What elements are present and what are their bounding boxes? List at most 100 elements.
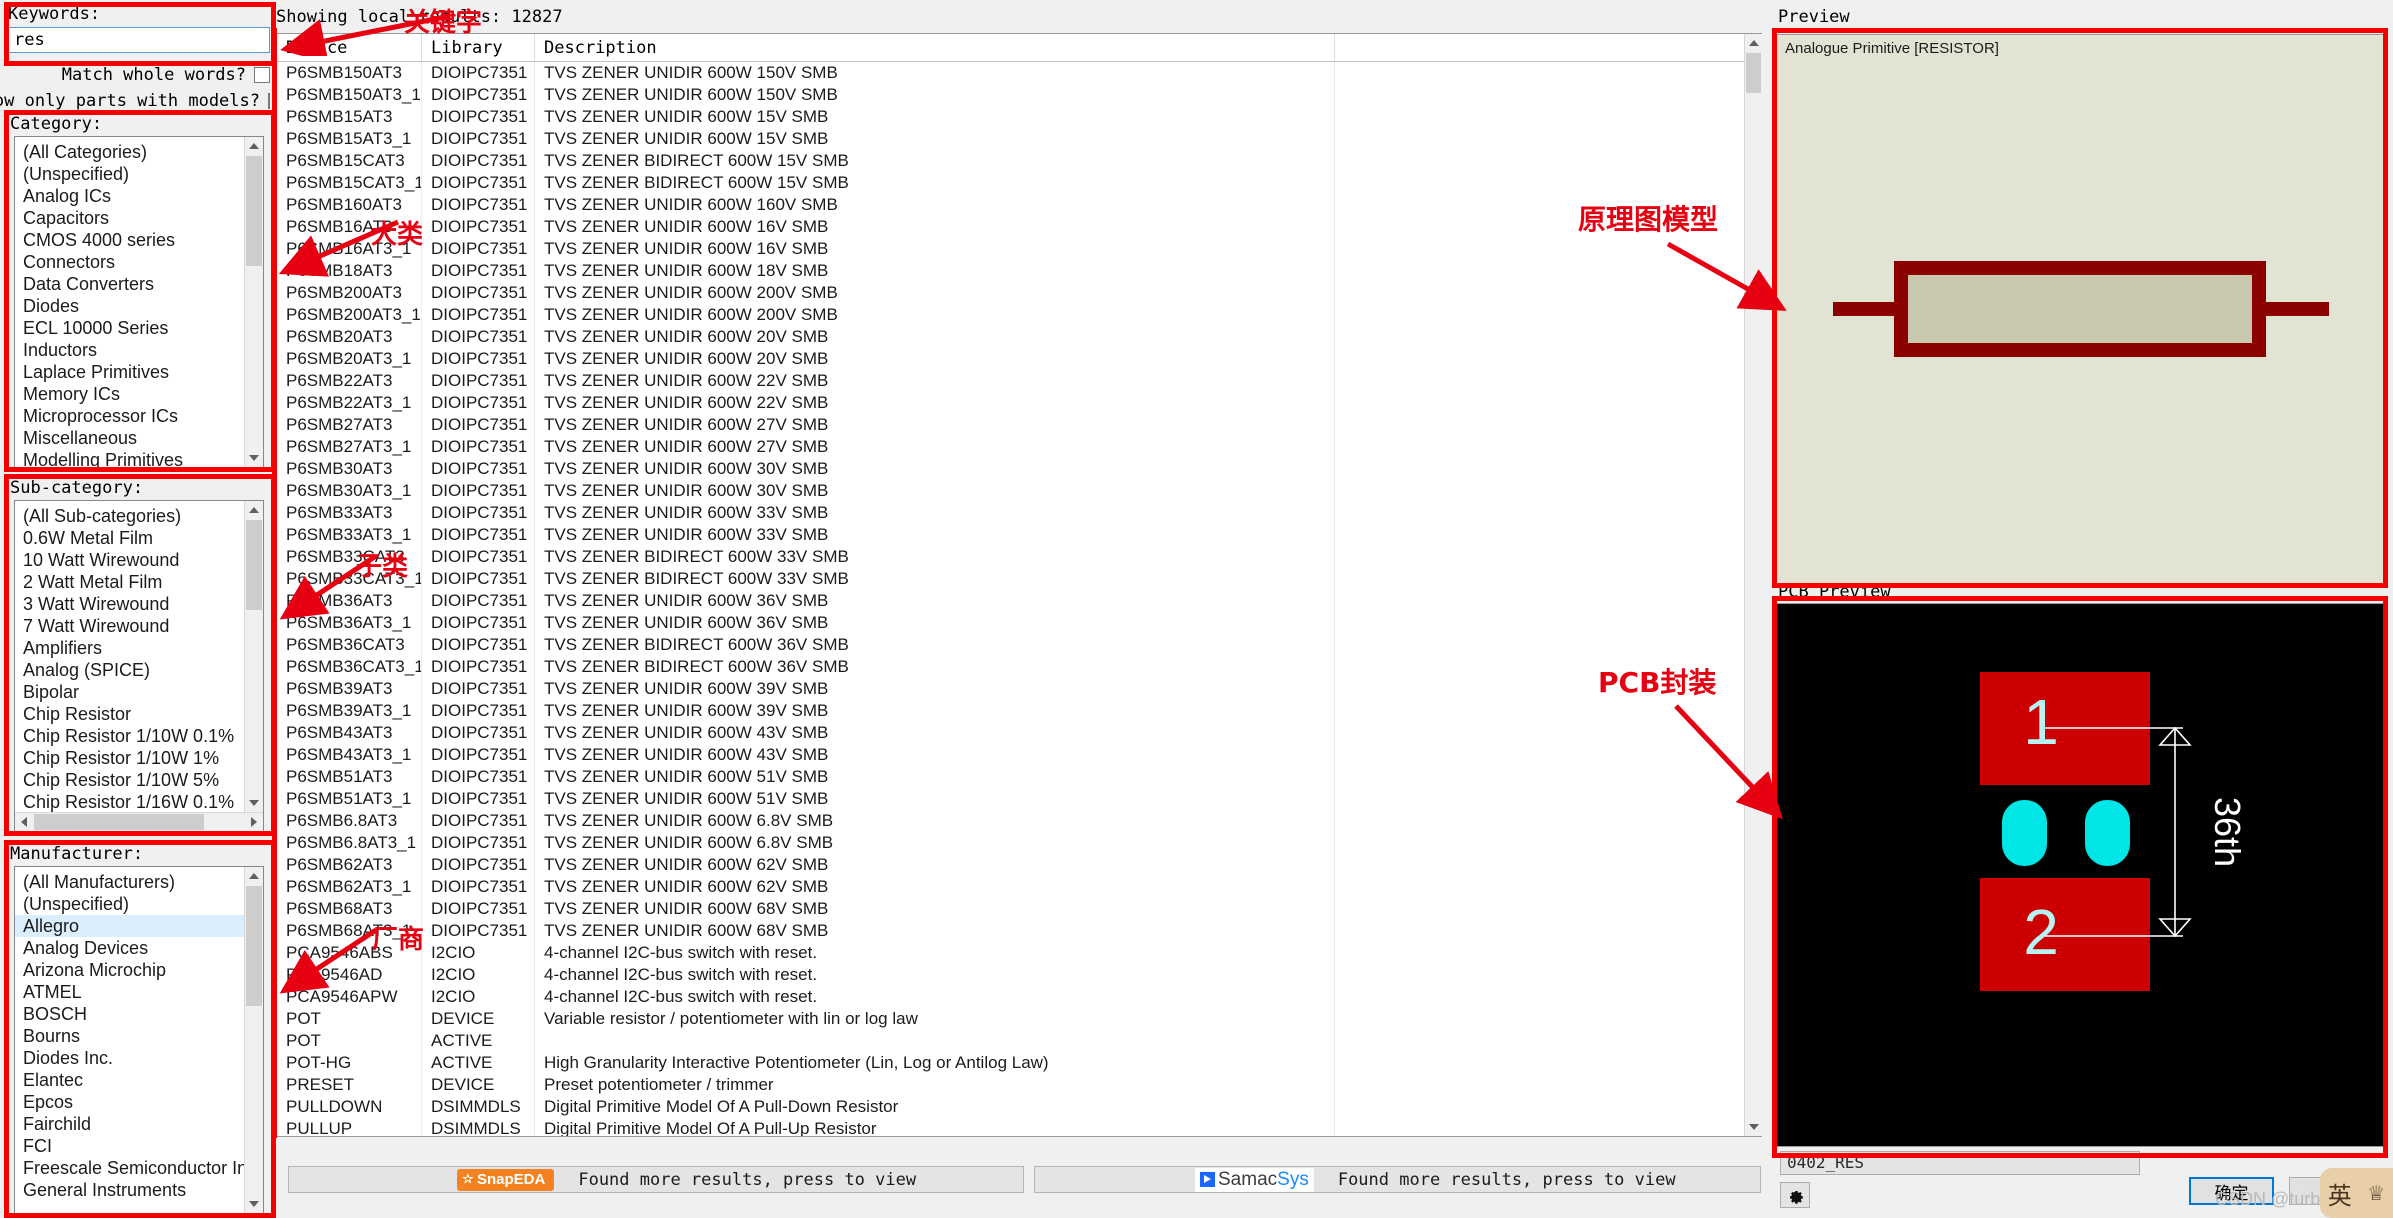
table-row[interactable]: POT ACTIVE xyxy=(277,1030,1761,1052)
table-row[interactable]: P6SMB18AT3 DIOIPC7351 TVS ZENER UNIDIR 600… xyxy=(277,260,1761,282)
table-row[interactable]: P6SMB36AT3_1 DIOIPC7351 TVS ZENER UNIDIR 6… xyxy=(277,612,1761,634)
manufacturer-listbox[interactable]: (All Manufacturers) (Unspecified) Allegro A… xyxy=(14,866,264,1214)
column-header-device[interactable]: Device xyxy=(277,34,422,61)
manufacturer-item[interactable]: BOSCH xyxy=(15,1003,263,1025)
subcategory-item[interactable]: Chip Resistor xyxy=(15,703,263,725)
category-item[interactable]: (All Categories) xyxy=(15,141,263,163)
table-row[interactable]: P6SMB43AT3 DIOIPC7351 TVS ZENER UNIDIR 600… xyxy=(277,722,1761,744)
subcategory-item[interactable]: Analog (SPICE) xyxy=(15,659,263,681)
category-scroll-up-button[interactable] xyxy=(245,137,263,155)
match-whole-words-row[interactable]: Match whole words? xyxy=(8,65,270,85)
category-listbox[interactable]: (All Categories) (Unspecified) Analog ICs C… xyxy=(14,136,264,468)
results-scrollbar[interactable] xyxy=(1744,34,1762,1136)
manufacturer-item[interactable]: Diodes Inc. xyxy=(15,1047,263,1069)
table-row[interactable]: P6SMB27AT3_1 DIOIPC7351 TVS ZENER UNIDIR 6… xyxy=(277,436,1761,458)
table-row[interactable]: P6SMB160AT3 DIOIPC7351 TVS ZENER UNIDIR 60… xyxy=(277,194,1761,216)
manufacturer-item[interactable]: Freescale Semiconductor Inc xyxy=(15,1157,263,1179)
subcategory-scroll-left-button[interactable] xyxy=(15,813,33,831)
table-row[interactable]: P6SMB68AT3_1 DIOIPC7351 TVS ZENER UNIDIR 6… xyxy=(277,920,1761,942)
table-row[interactable]: POT DEVICE Variable resistor / potentiomet… xyxy=(277,1008,1761,1030)
column-header-description[interactable]: Description xyxy=(535,34,1335,61)
table-row[interactable]: P6SMB39AT3_1 DIOIPC7351 TVS ZENER UNIDIR 6… xyxy=(277,700,1761,722)
subcategory-item[interactable]: 7 Watt Wirewound xyxy=(15,615,263,637)
table-row[interactable]: P6SMB51AT3 DIOIPC7351 TVS ZENER UNIDIR 600… xyxy=(277,766,1761,788)
table-row[interactable]: P6SMB30AT3_1 DIOIPC7351 TVS ZENER UNIDIR 6… xyxy=(277,480,1761,502)
subcategory-item[interactable]: 10 Watt Wirewound xyxy=(15,549,263,571)
subcategory-item[interactable]: 0.6W Metal Film xyxy=(15,527,263,549)
subcategory-item[interactable]: Amplifiers xyxy=(15,637,263,659)
table-row[interactable]: P6SMB15AT3_1 DIOIPC7351 TVS ZENER UNIDIR 6… xyxy=(277,128,1761,150)
table-row[interactable]: P6SMB43AT3_1 DIOIPC7351 TVS ZENER UNIDIR 6… xyxy=(277,744,1761,766)
manufacturer-scroll-down-button[interactable] xyxy=(245,1195,263,1213)
category-scrollbar[interactable] xyxy=(244,137,263,467)
manufacturer-item[interactable]: Elantec xyxy=(15,1069,263,1091)
subcategory-listbox[interactable]: (All Sub-categories) 0.6W Metal Film 10 Wa… xyxy=(14,500,264,832)
subcategory-item[interactable]: Chip Resistor 1/10W 0.1% xyxy=(15,725,263,747)
manufacturer-item[interactable]: Arizona Microchip xyxy=(15,959,263,981)
category-item[interactable]: Data Converters xyxy=(15,273,263,295)
samacsys-button[interactable]: Samac Sys Found more results, press to v… xyxy=(1034,1166,1761,1193)
table-row[interactable]: P6SMB22AT3_1 DIOIPC7351 TVS ZENER UNIDIR 6… xyxy=(277,392,1761,414)
table-row[interactable]: P6SMB33CAT3_1 DIOIPC7351 TVS ZENER BIDIREC… xyxy=(277,568,1761,590)
table-row[interactable]: P6SMB16AT3 DIOIPC7351 TVS ZENER UNIDIR 600… xyxy=(277,216,1761,238)
category-item[interactable]: Connectors xyxy=(15,251,263,273)
table-row[interactable]: P6SMB27AT3 DIOIPC7351 TVS ZENER UNIDIR 600… xyxy=(277,414,1761,436)
table-row[interactable]: P6SMB62AT3 DIOIPC7351 TVS ZENER UNIDIR 600… xyxy=(277,854,1761,876)
manufacturer-item[interactable]: Allegro xyxy=(15,915,263,937)
subcategory-scroll-thumb[interactable] xyxy=(246,520,262,610)
table-row[interactable]: PCA9546AD I2CIO 4-channel I2C-bus switch w… xyxy=(277,964,1761,986)
category-item[interactable]: Laplace Primitives xyxy=(15,361,263,383)
manufacturer-item[interactable]: Analog Devices xyxy=(15,937,263,959)
table-row[interactable]: P6SMB200AT3 DIOIPC7351 TVS ZENER UNIDIR 60… xyxy=(277,282,1761,304)
table-row[interactable]: P6SMB22AT3 DIOIPC7351 TVS ZENER UNIDIR 600… xyxy=(277,370,1761,392)
subcategory-hscrollbar[interactable] xyxy=(15,812,263,831)
results-scroll-thumb[interactable] xyxy=(1746,53,1761,93)
manufacturer-item[interactable]: General Instruments xyxy=(15,1179,263,1201)
match-whole-words-checkbox[interactable] xyxy=(254,67,270,83)
table-row[interactable]: PCA9546APW I2CIO 4-channel I2C-bus switch … xyxy=(277,986,1761,1008)
table-row[interactable]: P6SMB68AT3 DIOIPC7351 TVS ZENER UNIDIR 600… xyxy=(277,898,1761,920)
table-row[interactable]: P6SMB36CAT3 DIOIPC7351 TVS ZENER BIDIRECT … xyxy=(277,634,1761,656)
category-item[interactable]: ECL 10000 Series xyxy=(15,317,263,339)
subcategory-scrollbar[interactable] xyxy=(244,501,263,812)
table-row[interactable]: POT-HG ACTIVE High Granularity Interactive… xyxy=(277,1052,1761,1074)
table-row[interactable]: P6SMB15CAT3_1 DIOIPC7351 TVS ZENER BIDIREC… xyxy=(277,172,1761,194)
pcb-preview-panel[interactable]: 1 2 36th xyxy=(1776,603,2384,1147)
manufacturer-item[interactable]: ATMEL xyxy=(15,981,263,1003)
category-item[interactable]: Modelling Primitives xyxy=(15,449,263,467)
table-row[interactable]: P6SMB36CAT3_1 DIOIPC7351 TVS ZENER BIDIREC… xyxy=(277,656,1761,678)
schematic-preview-panel[interactable]: Analogue Primitive [RESISTOR] xyxy=(1776,34,2384,584)
manufacturer-item[interactable]: FCI xyxy=(15,1135,263,1157)
subcategory-scroll-up-button[interactable] xyxy=(245,501,263,519)
table-row[interactable]: P6SMB33AT3 DIOIPC7351 TVS ZENER UNIDIR 600… xyxy=(277,502,1761,524)
subcategory-item[interactable]: 2 Watt Metal Film xyxy=(15,571,263,593)
category-item[interactable]: Inductors xyxy=(15,339,263,361)
category-scroll-down-button[interactable] xyxy=(245,449,263,467)
footprint-name-field[interactable]: 0402_RES xyxy=(1780,1151,2140,1175)
subcategory-item[interactable]: 3 Watt Wirewound xyxy=(15,593,263,615)
table-row[interactable]: P6SMB36AT3 DIOIPC7351 TVS ZENER UNIDIR 600… xyxy=(277,590,1761,612)
manufacturer-scroll-up-button[interactable] xyxy=(245,867,263,885)
show-only-models-checkbox[interactable] xyxy=(268,93,270,109)
manufacturer-item[interactable]: Fairchild xyxy=(15,1113,263,1135)
table-row[interactable]: P6SMB6.8AT3 DIOIPC7351 TVS ZENER UNIDIR 60… xyxy=(277,810,1761,832)
subcategory-item[interactable]: Chip Resistor 1/10W 5% xyxy=(15,769,263,791)
category-item[interactable]: (Unspecified) xyxy=(15,163,263,185)
category-item[interactable]: Microprocessor ICs xyxy=(15,405,263,427)
subcategory-item[interactable]: Chip Resistor 1/10W 1% xyxy=(15,747,263,769)
table-row[interactable]: P6SMB150AT3 DIOIPC7351 TVS ZENER UNIDIR 60… xyxy=(277,62,1761,84)
table-row[interactable]: PULLUP DSIMMDLS Digital Primitive Model Of… xyxy=(277,1118,1761,1136)
results-table[interactable]: Device Library Description P6SMB150AT3 DI… xyxy=(276,33,1762,1137)
table-row[interactable]: P6SMB33AT3_1 DIOIPC7351 TVS ZENER UNIDIR 6… xyxy=(277,524,1761,546)
manufacturer-item[interactable]: (Unspecified) xyxy=(15,893,263,915)
table-row[interactable]: PULLDOWN DSIMMDLS Digital Primitive Model … xyxy=(277,1096,1761,1118)
subcategory-item[interactable]: (All Sub-categories) xyxy=(15,505,263,527)
table-row[interactable]: P6SMB51AT3_1 DIOIPC7351 TVS ZENER UNIDIR 6… xyxy=(277,788,1761,810)
manufacturer-item[interactable]: Epcos xyxy=(15,1091,263,1113)
table-row[interactable]: P6SMB33CAT3 DIOIPC7351 TVS ZENER BIDIRECT … xyxy=(277,546,1761,568)
settings-button[interactable] xyxy=(1780,1182,1810,1208)
table-row[interactable]: P6SMB150AT3_1 DIOIPC7351 TVS ZENER UNIDIR … xyxy=(277,84,1761,106)
subcategory-hscroll-thumb[interactable] xyxy=(34,814,204,830)
results-scroll-down-button[interactable] xyxy=(1745,1118,1762,1136)
category-item[interactable]: Analog ICs xyxy=(15,185,263,207)
